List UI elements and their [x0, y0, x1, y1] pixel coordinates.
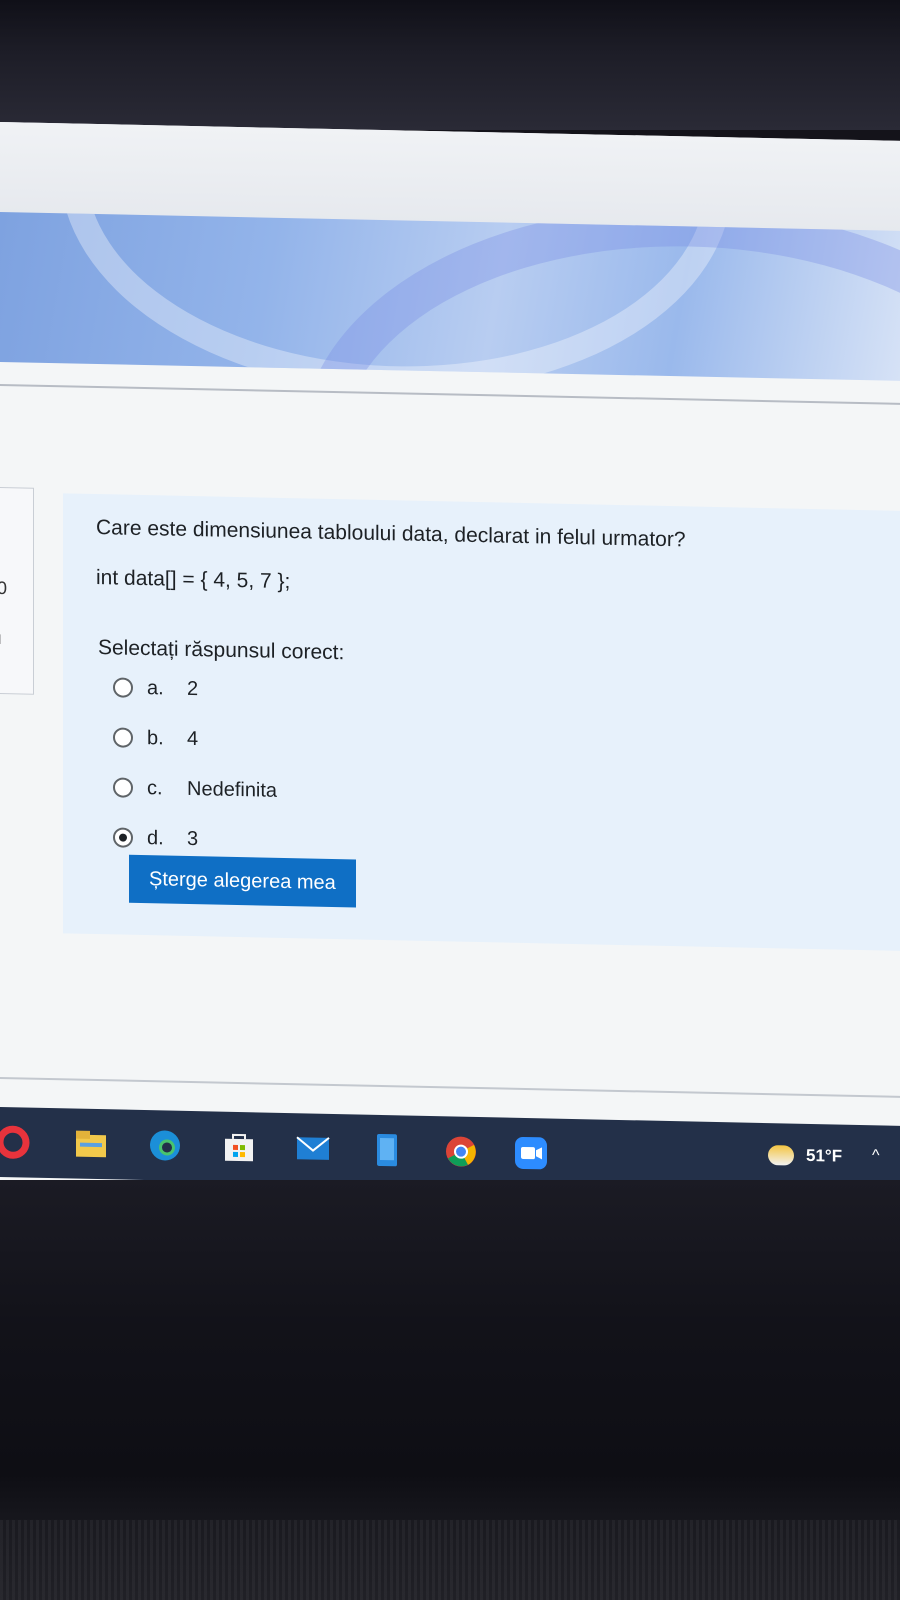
- question-code: int data[] = { 4, 5, 7 };: [96, 566, 291, 594]
- weather-widget[interactable]: 51°F: [768, 1145, 842, 1167]
- edge-icon[interactable]: [148, 1128, 182, 1163]
- option-value: 4: [187, 727, 199, 750]
- radio-d-selected[interactable]: [113, 827, 133, 848]
- option-a[interactable]: a. 2: [113, 672, 198, 704]
- option-value: 3: [187, 827, 199, 850]
- option-letter: d.: [147, 826, 164, 849]
- question-box: Care este dimensiunea tabloului data, de…: [63, 493, 900, 951]
- temperature: 51°F: [806, 1145, 843, 1166]
- monitor-bezel-bottom: [0, 1180, 900, 1600]
- chrome-icon[interactable]: [444, 1134, 478, 1169]
- option-b[interactable]: b. 4: [113, 722, 198, 754]
- option-letter: b.: [147, 726, 164, 749]
- mail-icon[interactable]: [296, 1131, 330, 1166]
- radio-a[interactable]: [113, 677, 133, 698]
- opera-icon[interactable]: [0, 1125, 30, 1160]
- phone-link-icon[interactable]: [370, 1133, 404, 1168]
- tray-chevron-icon[interactable]: ^: [872, 1147, 880, 1165]
- divider: [0, 1077, 900, 1098]
- option-letter: a.: [147, 676, 164, 699]
- clear-choice-button[interactable]: Șterge alegerea mea: [129, 854, 356, 908]
- monitor-bezel-top: [0, 0, 900, 130]
- option-d[interactable]: d. 3: [113, 822, 198, 854]
- info-glyph: 0: [0, 577, 8, 599]
- option-value: 2: [187, 677, 199, 700]
- question-info-panel: 0 ı: [0, 486, 34, 695]
- course-banner: [0, 212, 900, 381]
- divider: [0, 384, 900, 405]
- answer-prompt: Selectați răspunsul corect:: [98, 636, 345, 665]
- weather-sun-icon: [768, 1145, 794, 1166]
- zoom-icon[interactable]: [514, 1136, 548, 1171]
- radio-b[interactable]: [113, 727, 133, 748]
- option-c[interactable]: c. Nedefinita: [113, 772, 277, 805]
- radio-c[interactable]: [113, 777, 133, 798]
- option-letter: c.: [147, 776, 163, 799]
- file-explorer-icon[interactable]: [74, 1127, 108, 1162]
- question-text: Care este dimensiunea tabloului data, de…: [96, 516, 686, 552]
- option-value: Nedefinita: [187, 777, 278, 802]
- screen: 0 ı Care este dimensiunea tabloului data…: [0, 122, 900, 1201]
- store-icon[interactable]: [222, 1130, 256, 1165]
- info-glyph: ı: [0, 627, 3, 649]
